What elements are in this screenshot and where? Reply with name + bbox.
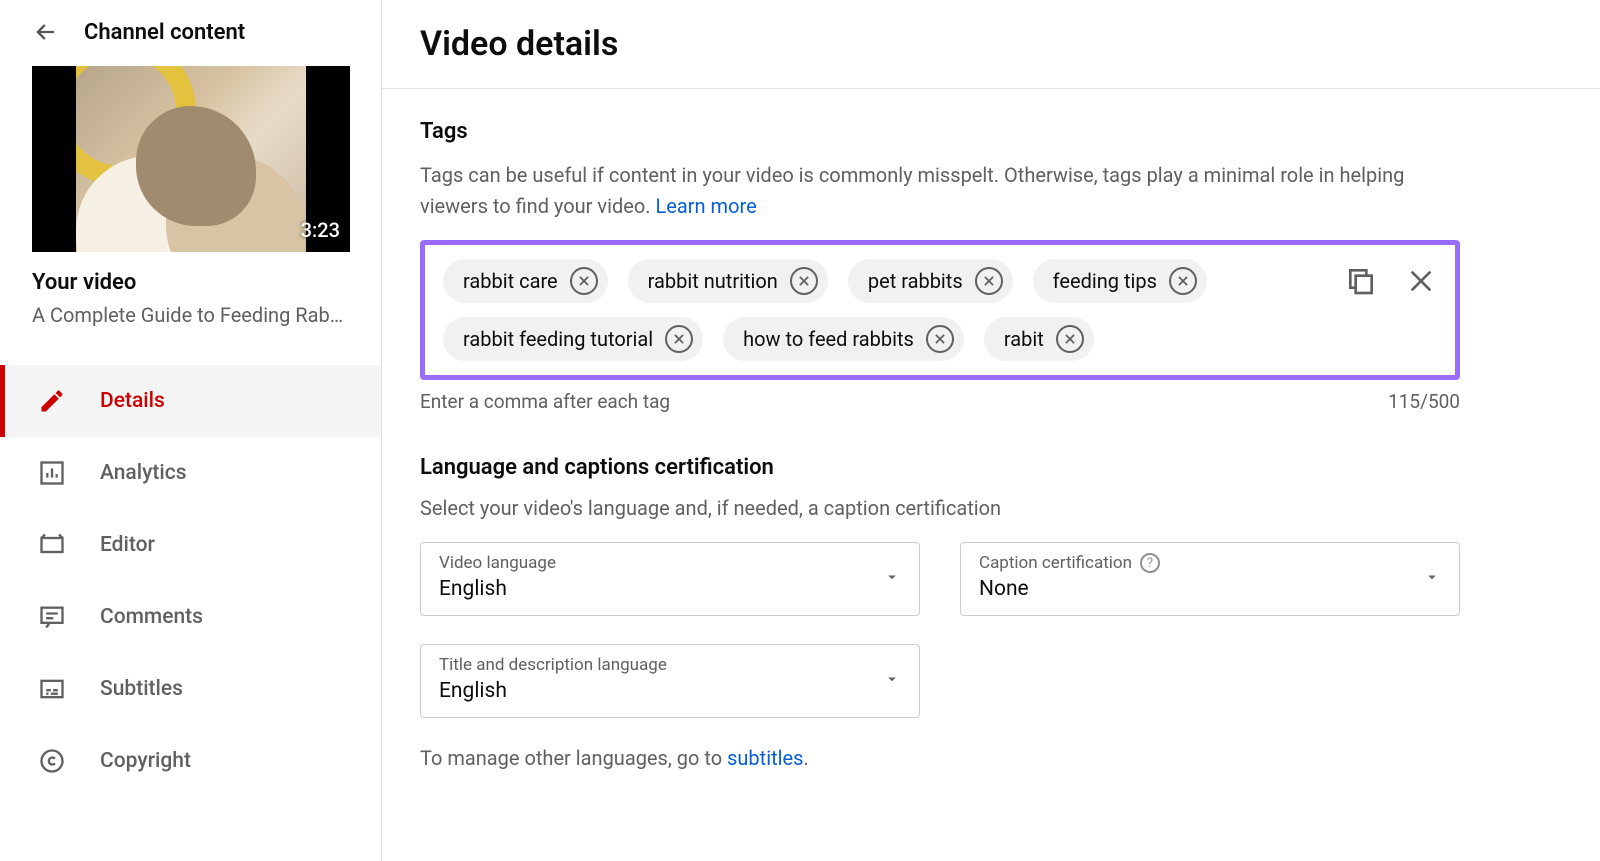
help-icon[interactable]: ? bbox=[1140, 553, 1160, 573]
sidebar-item-subtitles[interactable]: Subtitles bbox=[0, 653, 381, 725]
subtitles-icon bbox=[38, 675, 66, 703]
tag-chip: rabbit care bbox=[443, 259, 608, 303]
language-selects-row: Video language English Caption certifica… bbox=[420, 542, 1460, 616]
sidebar-item-label: Analytics bbox=[100, 461, 187, 485]
manage-pre: To manage other languages, go to bbox=[420, 746, 727, 770]
sidebar-item-details[interactable]: Details bbox=[0, 365, 381, 437]
remove-tag-icon[interactable] bbox=[1169, 267, 1197, 295]
editor-icon bbox=[38, 531, 66, 559]
sidebar: Channel content 3:23 Your video A Comple… bbox=[0, 0, 382, 861]
thumbnail-image bbox=[76, 66, 306, 252]
comments-icon bbox=[38, 603, 66, 631]
back-arrow-icon[interactable] bbox=[32, 18, 60, 46]
tag-label: how to feed rabbits bbox=[743, 327, 914, 351]
tags-footer: Enter a comma after each tag 115/500 bbox=[420, 390, 1460, 413]
title-lang-row: Title and description language English bbox=[420, 644, 1460, 718]
video-language-select[interactable]: Video language English bbox=[420, 542, 920, 616]
caret-down-icon bbox=[883, 568, 901, 590]
tags-input-box[interactable]: rabbit care rabbit nutrition pet rabbits fe… bbox=[420, 240, 1460, 380]
your-video-label: Your video bbox=[32, 270, 349, 295]
tag-chip: how to feed rabbits bbox=[723, 317, 964, 361]
sidebar-item-label: Comments bbox=[100, 605, 203, 629]
remove-tag-icon[interactable] bbox=[790, 267, 818, 295]
tags-chip-container: rabbit care rabbit nutrition pet rabbits fe… bbox=[443, 259, 1331, 361]
tag-label: feeding tips bbox=[1053, 269, 1157, 293]
sidebar-item-label: Copyright bbox=[100, 749, 191, 773]
tags-desc-text: Tags can be useful if content in your vi… bbox=[420, 163, 1404, 218]
tag-chip: rabbit nutrition bbox=[628, 259, 828, 303]
caption-certification-select[interactable]: Caption certification ? None bbox=[960, 542, 1460, 616]
remove-tag-icon[interactable] bbox=[926, 325, 954, 353]
tag-label: rabbit feeding tutorial bbox=[463, 327, 653, 351]
your-video-block: Your video A Complete Guide to Feeding R… bbox=[0, 270, 381, 337]
remove-tag-icon[interactable] bbox=[975, 267, 1003, 295]
caption-cert-label: Caption certification ? bbox=[979, 553, 1441, 573]
tag-chip: rabit bbox=[984, 317, 1094, 361]
language-heading: Language and captions certification bbox=[420, 455, 1562, 480]
tags-description: Tags can be useful if content in your vi… bbox=[420, 160, 1460, 222]
copyright-icon bbox=[38, 747, 66, 775]
page-title: Video details bbox=[420, 24, 1600, 64]
main: Video details Tags Tags can be useful if… bbox=[382, 0, 1600, 861]
title-desc-lang-label: Title and description language bbox=[439, 655, 901, 675]
sidebar-nav: Details Analytics Editor Comments Subtit… bbox=[0, 365, 381, 797]
title-desc-language-select[interactable]: Title and description language English bbox=[420, 644, 920, 718]
main-header: Video details bbox=[382, 0, 1600, 89]
manage-post: . bbox=[803, 746, 808, 770]
sidebar-item-label: Details bbox=[100, 389, 165, 413]
tag-chip: feeding tips bbox=[1033, 259, 1207, 303]
tag-label: rabbit care bbox=[463, 269, 558, 293]
tag-label: rabit bbox=[1004, 327, 1044, 351]
sidebar-item-label: Subtitles bbox=[100, 677, 183, 701]
clear-tags-icon[interactable] bbox=[1405, 265, 1437, 297]
caption-cert-label-text: Caption certification bbox=[979, 553, 1132, 573]
your-video-title: A Complete Guide to Feeding Rabbit… bbox=[32, 303, 349, 327]
remove-tag-icon[interactable] bbox=[665, 325, 693, 353]
channel-content-title: Channel content bbox=[84, 20, 245, 45]
learn-more-link[interactable]: Learn more bbox=[656, 194, 757, 218]
video-language-value: English bbox=[439, 577, 901, 601]
caret-down-icon bbox=[1423, 568, 1441, 590]
remove-tag-icon[interactable] bbox=[1056, 325, 1084, 353]
manage-languages-note: To manage other languages, go to subtitl… bbox=[420, 746, 1562, 770]
tags-hint: Enter a comma after each tag bbox=[420, 390, 670, 413]
tag-chip: rabbit feeding tutorial bbox=[443, 317, 703, 361]
copy-tags-icon[interactable] bbox=[1345, 265, 1377, 297]
main-body: Tags Tags can be useful if content in yo… bbox=[382, 89, 1600, 770]
sidebar-header: Channel content bbox=[0, 18, 381, 66]
tag-label: pet rabbits bbox=[868, 269, 963, 293]
remove-tag-icon[interactable] bbox=[570, 267, 598, 295]
video-thumbnail[interactable]: 3:23 bbox=[32, 66, 350, 252]
caret-down-icon bbox=[883, 670, 901, 692]
caption-cert-value: None bbox=[979, 577, 1441, 601]
sidebar-item-copyright[interactable]: Copyright bbox=[0, 725, 381, 797]
sidebar-item-editor[interactable]: Editor bbox=[0, 509, 381, 581]
sidebar-item-analytics[interactable]: Analytics bbox=[0, 437, 381, 509]
video-duration: 3:23 bbox=[301, 218, 340, 242]
pencil-icon bbox=[38, 387, 66, 415]
title-desc-lang-value: English bbox=[439, 679, 901, 703]
sidebar-item-comments[interactable]: Comments bbox=[0, 581, 381, 653]
tags-heading: Tags bbox=[420, 119, 1562, 144]
tags-counter: 115/500 bbox=[1388, 390, 1460, 413]
sidebar-item-label: Editor bbox=[100, 533, 155, 557]
video-language-label: Video language bbox=[439, 553, 901, 573]
tag-label: rabbit nutrition bbox=[648, 269, 778, 293]
language-description: Select your video's language and, if nee… bbox=[420, 496, 1562, 520]
tag-chip: pet rabbits bbox=[848, 259, 1013, 303]
tags-box-actions bbox=[1345, 259, 1437, 297]
subtitles-link[interactable]: subtitles bbox=[727, 746, 803, 770]
analytics-icon bbox=[38, 459, 66, 487]
